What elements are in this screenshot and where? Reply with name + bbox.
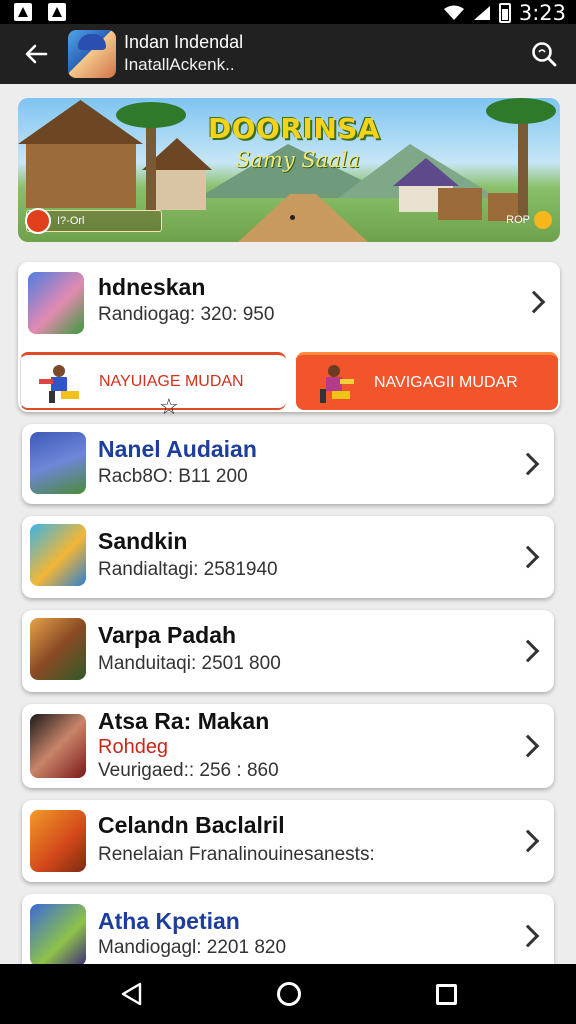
hut-graphic <box>26 144 136 208</box>
star-icon[interactable]: ☆ <box>159 395 179 420</box>
item-meta: Racb8O: B11 200 <box>98 466 248 487</box>
notification-icon <box>14 3 32 21</box>
list-item[interactable]: Sandkin Randialtagi: 2581940 <box>22 516 554 598</box>
item-title: Celandn Baclalril <box>98 812 285 838</box>
nav-home-icon[interactable] <box>277 982 301 1006</box>
item-meta: Renelaian Franalinouinesanests: <box>98 844 375 865</box>
item-thumbnail <box>30 810 86 872</box>
item-thumbnail <box>30 714 86 778</box>
chevron-right-icon <box>516 734 540 758</box>
dirt-path-graphic <box>238 194 368 242</box>
hut-graphic <box>438 188 482 220</box>
chevron-right-icon <box>516 545 540 569</box>
status-bar: 3:23 <box>0 0 576 25</box>
item-thumbnail <box>30 618 86 680</box>
app-logo <box>68 30 116 78</box>
app-bar: Indan Indendal InatallAckenk.. <box>0 24 576 84</box>
banner-subtitle: Samy Saala <box>236 148 361 172</box>
pencil-icon <box>25 208 51 234</box>
app-subtitle: InatallAckenk.. <box>124 55 235 74</box>
palm-tree-graphic <box>146 116 156 210</box>
chevron-right-icon <box>516 924 540 948</box>
banner-title: DOORINSA <box>208 112 381 145</box>
chevron-right-icon <box>522 290 546 314</box>
item-thumbnail <box>28 272 84 334</box>
navigate-button-secondary-label: NAYUIAGE MUDAN <box>99 372 244 390</box>
chevron-right-icon <box>516 829 540 853</box>
nav-back-icon[interactable] <box>120 982 144 1006</box>
list-item[interactable]: Celandn Baclalril Renelaian Franalinouin… <box>22 800 554 882</box>
item-meta: Veurigaed:: 256 : 860 <box>98 760 279 781</box>
palm-tree-graphic <box>518 108 528 218</box>
nav-recent-icon[interactable] <box>436 984 457 1005</box>
item-meta: Randialtagi: 2581940 <box>98 559 278 580</box>
item-thumbnail <box>30 432 86 494</box>
navigation-button-row: NAYUIAGE MUDAN ☆ NAVIGAGII MUDAR <box>18 352 560 420</box>
item-title: Atha Kpetian <box>98 908 240 934</box>
item-meta: Randiogag: 320: 950 <box>98 304 275 325</box>
list-item[interactable]: Nanel Audaian Racb8O: B11 200 <box>22 424 554 504</box>
item-thumbnail <box>30 904 86 966</box>
character-icon <box>320 365 354 403</box>
banner-chip[interactable]: I?-Orl <box>25 208 162 234</box>
character-icon <box>39 365 79 403</box>
promo-banner[interactable]: DOORINSA Samy Saala I?-Orl ROP <box>18 98 560 242</box>
signal-icon <box>473 6 490 20</box>
notification-icons <box>14 3 66 21</box>
app-title: Indan Indendal <box>124 32 244 52</box>
back-arrow-icon[interactable] <box>20 38 52 70</box>
item-title: Sandkin <box>98 528 188 554</box>
banner-page-dot <box>290 215 295 220</box>
coin-icon <box>534 211 552 229</box>
item-meta: Manduitaqi: 2501 800 <box>98 653 281 674</box>
wifi-icon <box>443 5 464 20</box>
battery-icon <box>498 3 511 23</box>
item-thumbnail <box>30 524 86 586</box>
item-title: Varpa Padah <box>98 622 237 648</box>
hut-graphic <box>148 170 206 210</box>
chevron-right-icon <box>516 452 540 476</box>
chevron-right-icon <box>516 639 540 663</box>
search-icon[interactable] <box>530 40 558 68</box>
navigate-button-primary-label: NAVIGAGII MUDAR <box>374 373 518 391</box>
banner-right-label: ROP <box>506 214 530 226</box>
navigate-button-secondary[interactable]: NAYUIAGE MUDAN ☆ <box>20 352 286 420</box>
item-title: Nanel Audaian <box>98 436 257 462</box>
system-nav-bar <box>0 964 576 1024</box>
navigate-button-primary[interactable]: NAVIGAGII MUDAR <box>296 352 558 410</box>
notification-icon <box>48 3 66 21</box>
list-item[interactable]: Atsa Ra: Makan Rohdeg Veurigaed:: 256 : … <box>22 704 554 788</box>
item-title: Atsa Ra: Makan <box>98 708 270 734</box>
item-title: hdneskan <box>98 274 206 300</box>
palm-leaf-graphic <box>116 102 186 128</box>
list-item[interactable]: Varpa Padah Manduitaqi: 2501 800 <box>22 610 554 692</box>
clock: 3:23 <box>518 1 566 25</box>
item-subtitle: Rohdeg <box>98 736 169 758</box>
item-meta: Mandiogagl: 2201 820 <box>98 937 287 958</box>
palm-leaf-graphic <box>486 98 556 124</box>
banner-chip-label: I?-Orl <box>57 215 85 227</box>
